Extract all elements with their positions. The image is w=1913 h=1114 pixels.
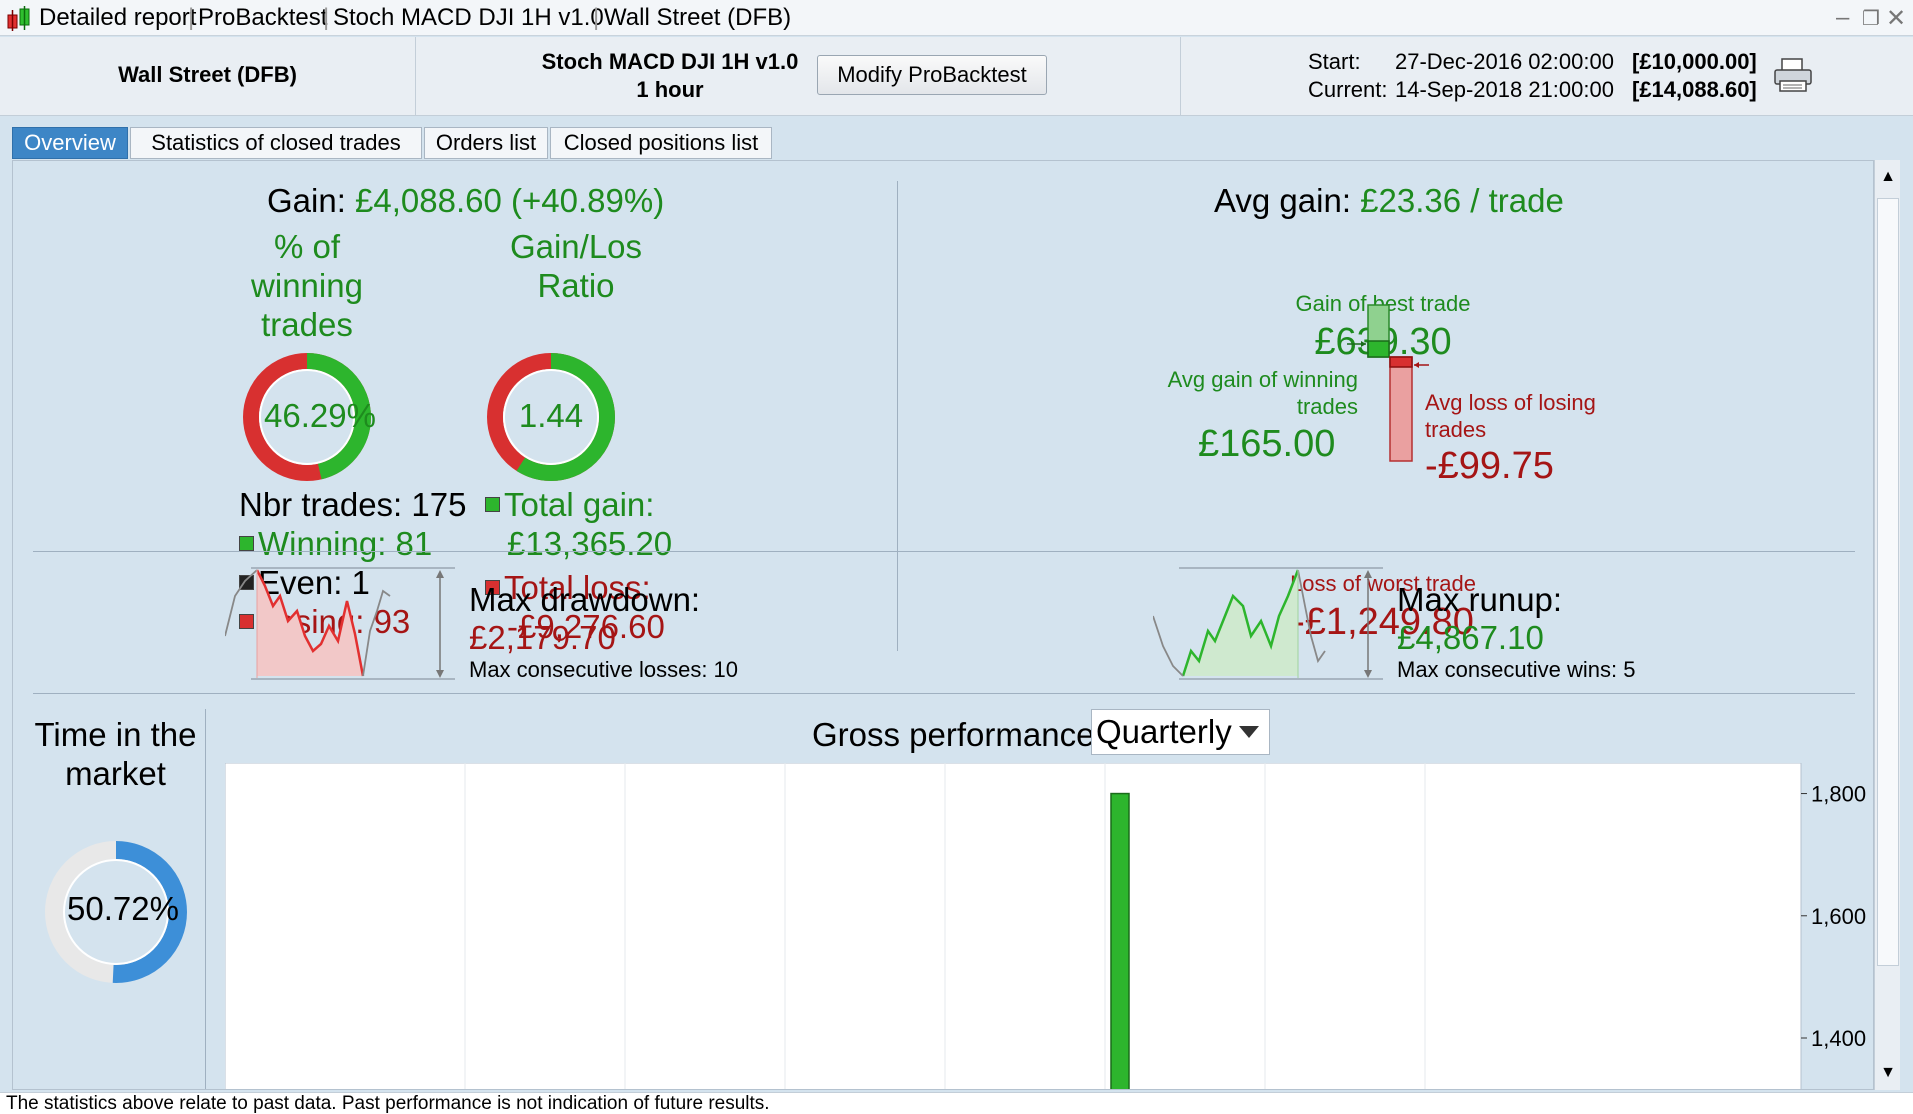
title-probacktest: ProBacktest (198, 4, 328, 31)
time-in-market-title: Time in the market (34, 716, 197, 792)
max-runup-label: Max runup: (1397, 581, 1563, 618)
overview-panel: Gain: £4,088.60 (+40.89%) % of winning t… (12, 160, 1874, 1090)
green-square-icon (485, 496, 500, 512)
report-header: Wall Street (DFB) Stoch MACD DJI 1H v1.0… (0, 37, 1913, 116)
winning-count-row: Winning: 81 (239, 525, 432, 563)
gross-performance-label: Gross performance (812, 716, 1095, 753)
period-select-value: Quarterly (1096, 713, 1232, 750)
scroll-up-icon[interactable]: ▲ (1875, 162, 1901, 192)
y-tick-label: 1,400 (1811, 1026, 1866, 1051)
scrollbar-thumb[interactable] (1877, 198, 1899, 966)
title-strategy: Stoch MACD DJI 1H v1.0 (333, 4, 604, 31)
disclaimer-footer: The statistics above relate to past data… (0, 1092, 1913, 1114)
avg-gain-value: £23.36 / trade (1360, 182, 1564, 219)
green-square-icon (239, 535, 254, 551)
max-drawdown-value: £2,179.70 (469, 619, 616, 656)
section-divider (205, 709, 206, 1089)
total-gain-label: Total gain: (504, 486, 655, 523)
time-in-market-value: 50.72% (67, 890, 179, 927)
start-capital: [£10,000.00] (1632, 49, 1757, 74)
title-bar: Detailed report | ProBacktest | Stoch MA… (0, 0, 1913, 36)
avg-gain-row: Avg gain: £23.36 / trade (1214, 182, 1564, 220)
chevron-down-icon[interactable] (1239, 726, 1259, 738)
start-label: Start: (1308, 49, 1361, 74)
runup-sparkline (1153, 567, 1383, 680)
y-tick-label: 1,800 (1811, 782, 1866, 807)
header-divider (1180, 37, 1181, 116)
nbr-trades: Nbr trades: 175 (239, 486, 467, 523)
gross-performance-chart: 1,800 1,600 1,400 (225, 763, 1866, 1089)
gain-value: £4,088.60 (+40.89%) (355, 182, 665, 219)
period-select[interactable]: Quarterly (1091, 709, 1270, 755)
printer-icon[interactable] (1772, 57, 1814, 95)
close-icon[interactable]: ✕ (1886, 4, 1906, 33)
gain-label: Gain: (267, 182, 346, 219)
gain-loss-title: Gain/Los Ratio (509, 228, 643, 304)
current-label: Current: (1308, 77, 1388, 102)
y-tick-label: 1,600 (1811, 904, 1866, 929)
drawdown-sparkline (225, 567, 455, 680)
tab-orders-list[interactable]: Orders list (424, 127, 548, 159)
section-divider (897, 181, 898, 651)
chart-y-axis: 1,800 1,600 1,400 (1801, 782, 1866, 1051)
title-detailed-report: Detailed report (39, 4, 197, 31)
chart-bars (1110, 792, 1130, 1089)
avg-win-label: Avg gain of winning trades (1167, 367, 1358, 419)
max-runup-value: £4,867.10 (1397, 619, 1544, 656)
total-gain-value: £13,365.20 (507, 525, 673, 562)
tab-closed-positions-list[interactable]: Closed positions list (550, 127, 772, 159)
pct-winning-title: % of winning trades (251, 228, 363, 343)
title-separator: | (323, 4, 330, 31)
header-divider (415, 37, 416, 116)
modify-probacktest-button[interactable]: Modify ProBacktest (817, 55, 1047, 95)
title-separator: | (188, 4, 195, 31)
title-instrument: Wall Street (DFB) (604, 4, 792, 31)
winning-count: Winning: 81 (258, 525, 433, 562)
gain-row: Gain: £4,088.60 (+40.89%) (267, 182, 664, 220)
minimize-icon[interactable]: – (1836, 4, 1849, 32)
tab-statistics-of-closed-trades[interactable]: Statistics of closed trades (130, 127, 422, 159)
max-drawdown-label: Max drawdown: (469, 581, 701, 618)
avg-loss-value: -£99.75 (1425, 445, 1554, 487)
current-capital: [£14,088.60] (1632, 77, 1757, 102)
avg-win-value: £165.00 (1198, 423, 1336, 465)
section-divider (33, 551, 1855, 552)
avg-gain-label: Avg gain: (1214, 182, 1351, 219)
restore-icon[interactable]: ❐ (1862, 6, 1880, 31)
total-gain-row: Total gain: (485, 486, 654, 524)
performance-bar (1110, 792, 1130, 1089)
avg-loss-label: Avg loss of losing trades (1425, 390, 1596, 442)
pct-winning-value: 46.29% (264, 397, 376, 434)
tab-overview[interactable]: Overview (12, 127, 128, 159)
strategy-name: Stoch MACD DJI 1H v1.0 (541, 49, 799, 74)
timeframe: 1 hour (636, 77, 704, 102)
max-consec-losses: Max consecutive losses: 10 (469, 657, 739, 682)
current-date: 14-Sep-2018 21:00:00 (1395, 77, 1614, 102)
scroll-down-icon[interactable]: ▼ (1875, 1058, 1901, 1088)
start-date: 27-Dec-2016 02:00:00 (1395, 49, 1614, 74)
vertical-scrollbar[interactable]: ▲ ▼ (1874, 160, 1900, 1090)
gain-loss-value: 1.44 (518, 397, 584, 434)
candlestick-app-icon (7, 6, 30, 31)
max-consec-wins: Max consecutive wins: 5 (1397, 657, 1636, 682)
chart-plot-area (225, 763, 1802, 1089)
section-divider (33, 693, 1855, 694)
title-separator: | (593, 4, 600, 31)
instrument-name: Wall Street (DFB) (118, 62, 297, 87)
